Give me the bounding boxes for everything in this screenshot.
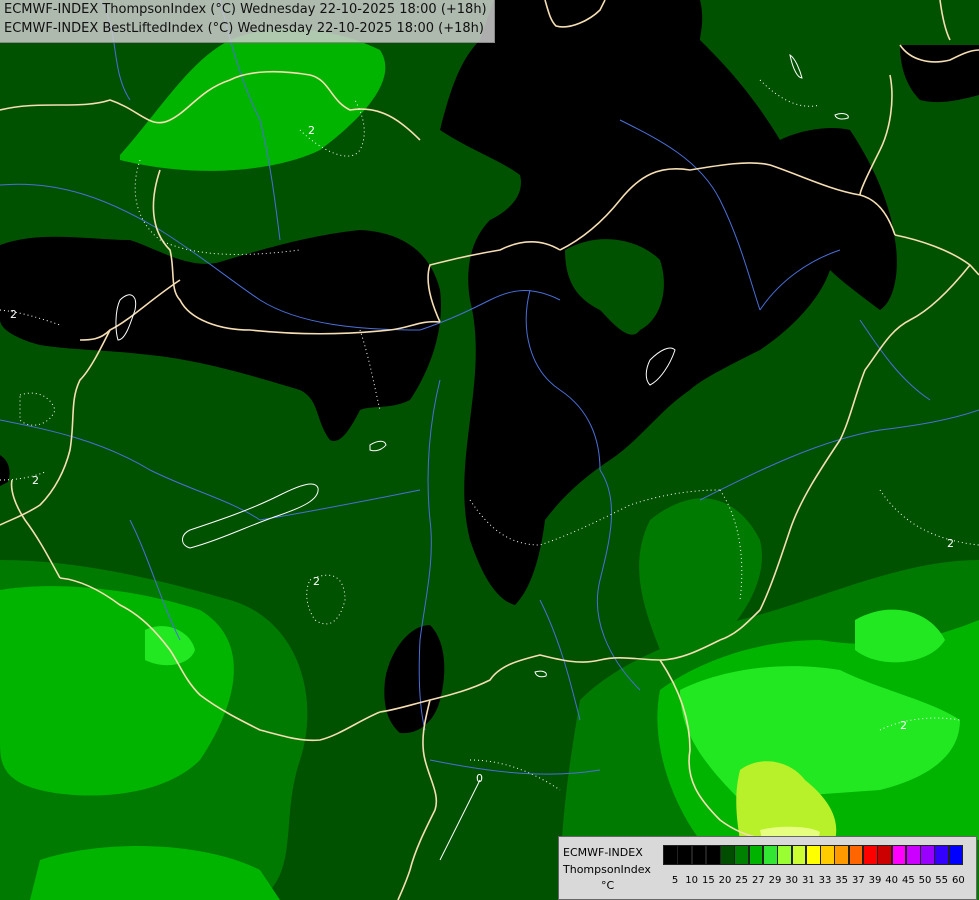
- legend-variable: ThompsonIndex: [563, 863, 651, 876]
- contour-label: 2: [308, 124, 315, 137]
- legend-swatch: [905, 845, 921, 865]
- legend-swatch: [877, 845, 893, 865]
- legend-swatch: [934, 845, 950, 865]
- legend-swatch: [920, 845, 935, 865]
- legend-swatch: [763, 845, 778, 865]
- legend-swatch: [777, 845, 793, 865]
- field-black-top-band: [480, 0, 703, 40]
- contour-label: 2: [900, 719, 907, 732]
- legend-swatch: [791, 845, 807, 865]
- legend-swatch: [720, 845, 735, 865]
- legend-tick-label: 60: [951, 875, 965, 886]
- legend-swatch: [834, 845, 850, 865]
- legend-swatch: [748, 845, 764, 865]
- map-header: ECMWF-INDEX ThompsonIndex (°C) Wednesday…: [0, 0, 495, 43]
- legend-swatch: [677, 845, 693, 865]
- legend-swatch: [848, 845, 864, 865]
- legend-swatch: [805, 845, 821, 865]
- legend-swatch: [734, 845, 750, 865]
- header-line-thompson-index: ECMWF-INDEX ThompsonIndex (°C) Wednesday…: [4, 2, 487, 17]
- weather-map: 2 2 2 2 2 2 0: [0, 0, 979, 900]
- legend-swatch: [863, 845, 878, 865]
- color-legend: ECMWF-INDEX ThompsonIndex °C 5 10 15 20 25 27…: [558, 836, 977, 900]
- legend-swatch: [663, 845, 678, 865]
- legend-swatch: [891, 845, 907, 865]
- header-line-best-lifted-index: ECMWF-INDEX BestLiftedIndex (°C) Wednesd…: [4, 21, 484, 36]
- legend-swatch: [948, 845, 964, 865]
- contour-label: 0: [476, 772, 483, 785]
- contour-label: 2: [32, 474, 39, 487]
- legend-unit: °C: [601, 879, 615, 892]
- legend-swatch: [820, 845, 835, 865]
- legend-swatch: [691, 845, 707, 865]
- contour-label: 2: [313, 575, 320, 588]
- legend-swatch: [705, 845, 721, 865]
- contour-label: 2: [10, 308, 17, 321]
- legend-title: ECMWF-INDEX: [563, 846, 643, 859]
- contour-label: 2: [947, 537, 954, 550]
